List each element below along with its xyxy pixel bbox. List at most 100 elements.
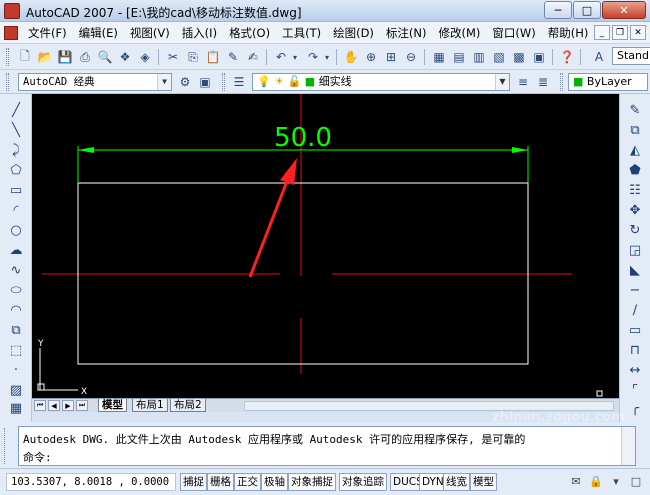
- zoom-previous-icon[interactable]: ⊖: [402, 48, 420, 66]
- minimize-button[interactable]: ─: [544, 1, 572, 19]
- polar-toggle[interactable]: 极轴: [261, 473, 288, 491]
- make-block-icon[interactable]: ⬚: [7, 342, 25, 358]
- redo-icon[interactable]: ↷: [304, 48, 322, 66]
- print-icon[interactable]: ⎙: [76, 48, 94, 66]
- help-icon[interactable]: ❓: [558, 48, 576, 66]
- point-icon[interactable]: ·: [7, 362, 25, 378]
- snap-toggle[interactable]: 捕捉: [180, 473, 207, 491]
- model-toggle[interactable]: 模型: [470, 473, 497, 491]
- close-button[interactable]: ✕: [602, 1, 646, 19]
- hatch-icon[interactable]: ▨: [7, 382, 25, 398]
- scale-icon[interactable]: ◲: [626, 242, 644, 258]
- pan-icon[interactable]: ✋: [342, 48, 360, 66]
- undo-dropdown-icon[interactable]: ▾: [290, 48, 300, 66]
- publish-icon[interactable]: ❖: [116, 48, 134, 66]
- dimension-text[interactable]: 50.0: [274, 123, 332, 153]
- fillet-icon[interactable]: ╭: [626, 400, 644, 416]
- insert-block-icon[interactable]: ⧉: [7, 322, 25, 338]
- next-tab-button[interactable]: ▶: [62, 400, 74, 411]
- menu-modify[interactable]: 修改(M): [433, 22, 487, 44]
- command-grip[interactable]: [4, 428, 14, 464]
- extend-icon[interactable]: ∕: [626, 302, 644, 318]
- move-icon[interactable]: ✥: [626, 202, 644, 218]
- layer-combo[interactable]: 💡 ☀ 🔓 ■ 细实线 ▼: [252, 73, 510, 91]
- construction-line-icon[interactable]: ╲: [7, 122, 25, 138]
- toolbar-grip[interactable]: [222, 73, 225, 91]
- region-icon[interactable]: ▦: [7, 400, 25, 416]
- menu-view[interactable]: 视图(V): [124, 22, 176, 44]
- save-workspace-icon[interactable]: ▣: [196, 73, 214, 91]
- cut-icon[interactable]: ✂: [164, 48, 182, 66]
- tab-model[interactable]: 模型: [98, 399, 127, 412]
- design-center-icon[interactable]: ▤: [450, 48, 468, 66]
- calculator-icon[interactable]: ▣: [530, 48, 548, 66]
- rectangle-icon[interactable]: ▭: [7, 182, 25, 198]
- maximize-button[interactable]: □: [573, 1, 601, 19]
- circle-icon[interactable]: ○: [7, 222, 25, 238]
- ellipse-arc-icon[interactable]: ◠: [7, 302, 25, 318]
- stretch-icon[interactable]: ◣: [626, 262, 644, 278]
- menu-format[interactable]: 格式(O): [223, 22, 276, 44]
- copy-object-icon[interactable]: ⧉: [626, 122, 644, 138]
- lock-toolbar-icon[interactable]: 🔒: [588, 473, 604, 489]
- spline-icon[interactable]: ∿: [7, 262, 25, 278]
- menu-tools[interactable]: 工具(T): [276, 22, 327, 44]
- revision-cloud-icon[interactable]: ☁: [7, 242, 25, 258]
- zoom-realtime-icon[interactable]: ⊕: [362, 48, 380, 66]
- toolbar-grip[interactable]: [560, 73, 563, 91]
- offset-icon[interactable]: ⬟: [626, 162, 644, 178]
- properties-icon[interactable]: ▦: [430, 48, 448, 66]
- color-combo[interactable]: ■ ByLayer: [568, 73, 648, 91]
- save-icon[interactable]: 💾: [56, 48, 74, 66]
- viewport-grip[interactable]: [596, 390, 603, 397]
- block-editor-icon[interactable]: ✍: [244, 48, 262, 66]
- make-current-layer-icon[interactable]: ≡: [514, 73, 532, 91]
- command-prompt[interactable]: 命令:: [23, 449, 52, 465]
- match-properties-icon[interactable]: ✎: [224, 48, 242, 66]
- lineweight-toggle[interactable]: 线宽: [443, 473, 470, 491]
- markup-icon[interactable]: ▩: [510, 48, 528, 66]
- clean-screen-icon[interactable]: □: [628, 473, 644, 489]
- tab-layout2[interactable]: 布局2: [170, 399, 206, 412]
- zoom-window-icon[interactable]: ⊞: [382, 48, 400, 66]
- workspace-settings-icon[interactable]: ⚙: [176, 73, 194, 91]
- layer-previous-icon[interactable]: ≣: [534, 73, 552, 91]
- break-icon[interactable]: ⊓: [626, 342, 644, 358]
- sheet-set-icon[interactable]: ▧: [490, 48, 508, 66]
- join-icon[interactable]: ↔: [626, 362, 644, 378]
- menu-dimension[interactable]: 标注(N): [380, 22, 433, 44]
- autocad-app-icon[interactable]: [4, 3, 20, 19]
- toolbar-grip[interactable]: [6, 48, 9, 66]
- document-icon[interactable]: [4, 26, 18, 40]
- open-file-icon[interactable]: 📂: [36, 48, 54, 66]
- text-style-icon[interactable]: A: [590, 48, 608, 66]
- workspace-combo[interactable]: AutoCAD 经典 ▼: [18, 73, 172, 91]
- menu-draw[interactable]: 绘图(D): [327, 22, 380, 44]
- arc-icon[interactable]: ◜: [7, 202, 25, 218]
- array-icon[interactable]: ☷: [626, 182, 644, 198]
- chamfer-icon[interactable]: ⌜: [626, 382, 644, 398]
- layer-manager-icon[interactable]: ☰: [230, 73, 248, 91]
- status-menu-icon[interactable]: ▾: [608, 473, 624, 489]
- chevron-down-icon[interactable]: ▼: [157, 74, 171, 90]
- menu-help[interactable]: 帮助(H): [542, 22, 595, 44]
- doc-restore-button[interactable]: ❐: [612, 25, 628, 40]
- prev-tab-button[interactable]: ◀: [48, 400, 60, 411]
- rotate-icon[interactable]: ↻: [626, 222, 644, 238]
- doc-minimize-button[interactable]: _: [594, 25, 610, 40]
- ortho-toggle[interactable]: 正交: [234, 473, 261, 491]
- osnap-toggle[interactable]: 对象捕捉: [288, 473, 336, 491]
- menu-window[interactable]: 窗口(W): [486, 22, 541, 44]
- 3d-dwf-icon[interactable]: ◈: [136, 48, 154, 66]
- tool-palettes-icon[interactable]: ▥: [470, 48, 488, 66]
- menu-file[interactable]: 文件(F): [22, 22, 73, 44]
- otrack-toggle[interactable]: 对象追踪: [339, 473, 387, 491]
- communication-center-icon[interactable]: ✉: [568, 473, 584, 489]
- chevron-down-icon[interactable]: ▼: [495, 74, 509, 90]
- undo-icon[interactable]: ↶: [272, 48, 290, 66]
- redo-dropdown-icon[interactable]: ▾: [322, 48, 332, 66]
- last-tab-button[interactable]: ⏭: [76, 400, 88, 411]
- grid-toggle[interactable]: 栅格: [207, 473, 234, 491]
- new-file-icon[interactable]: 🗋: [16, 48, 34, 66]
- command-scrollbar[interactable]: [621, 427, 635, 465]
